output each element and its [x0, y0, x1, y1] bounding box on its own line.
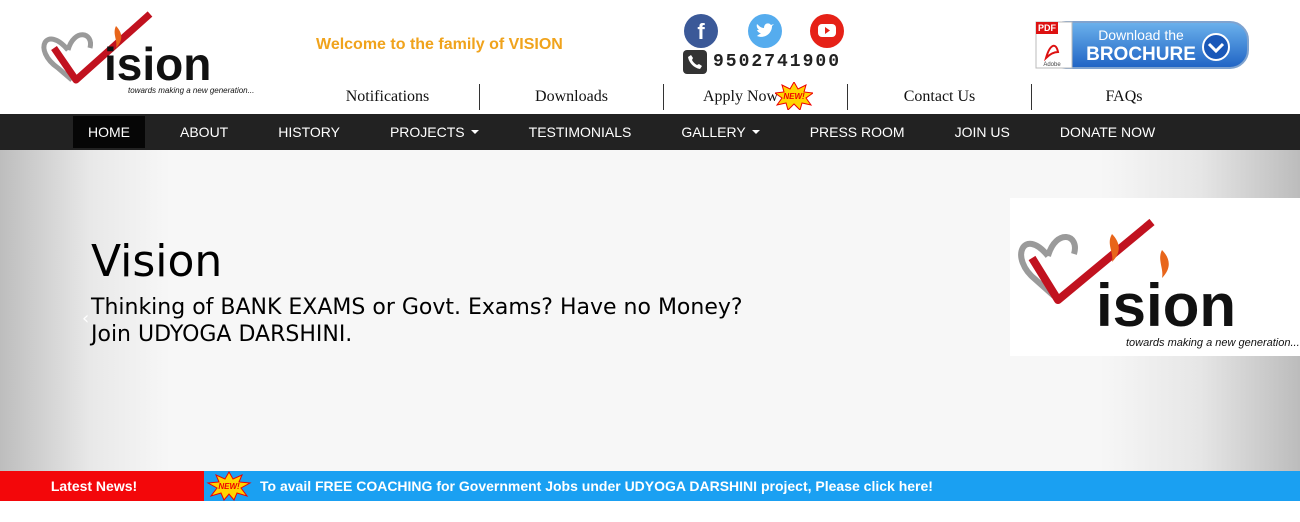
- top-links: Notifications Downloads Apply Now NEW! C…: [296, 82, 1216, 110]
- svg-text:towards making a new generatio: towards making a new generation...: [128, 86, 254, 95]
- download-brochure-button[interactable]: PDF Adobe Download the BROCHURE: [1034, 18, 1254, 74]
- link-notifications[interactable]: Notifications: [296, 84, 480, 110]
- svg-text:ision: ision: [1096, 272, 1236, 339]
- nav-gallery[interactable]: GALLERY: [666, 116, 774, 148]
- svg-text:Adobe: Adobe: [1043, 62, 1061, 68]
- nav-projects[interactable]: PROJECTS: [375, 116, 494, 148]
- site-header: ision towards making a new generation...…: [0, 0, 1300, 114]
- link-apply-now[interactable]: Apply Now NEW!: [664, 82, 848, 110]
- svg-text:f: f: [697, 19, 705, 44]
- svg-text:PDF: PDF: [1038, 23, 1057, 33]
- phone-contact: 9502741900: [683, 50, 841, 74]
- hero-line-1: Thinking of BANK EXAMS or Govt. Exams? H…: [91, 295, 743, 320]
- caret-down-icon: [751, 130, 760, 134]
- nav-donate-now[interactable]: DONATE NOW: [1045, 116, 1170, 148]
- hero-caption: Thinking of BANK EXAMS or Govt. Exams? H…: [91, 294, 791, 348]
- youtube-icon[interactable]: [810, 14, 844, 48]
- nav-about[interactable]: ABOUT: [165, 116, 243, 148]
- nav-history[interactable]: HISTORY: [263, 116, 355, 148]
- new-badge-icon: NEW!: [775, 82, 813, 110]
- latest-news-label: Latest News!: [0, 471, 204, 501]
- hero-line-2: Join UDYOGA DARSHINI.: [91, 322, 353, 347]
- nav-press-room[interactable]: PRESS ROOM: [795, 116, 920, 148]
- hero-logo: ision towards making a new generation...: [1010, 198, 1300, 356]
- svg-text:towards making a new generatio: towards making a new generation...: [1126, 337, 1300, 349]
- hero-slider: ‹ Vision Thinking of BANK EXAMS or Govt.…: [0, 150, 1300, 471]
- nav-join-us[interactable]: JOIN US: [940, 116, 1025, 148]
- svg-text:BROCHURE: BROCHURE: [1086, 44, 1196, 65]
- caret-down-icon: [470, 130, 479, 134]
- svg-text:NEW!: NEW!: [218, 482, 240, 491]
- phone-number[interactable]: 9502741900: [713, 52, 841, 72]
- site-logo[interactable]: ision towards making a new generation...: [38, 10, 268, 100]
- slider-prev-icon[interactable]: ‹: [82, 308, 89, 329]
- svg-text:ision: ision: [104, 38, 211, 90]
- facebook-icon[interactable]: f: [684, 14, 718, 48]
- news-ticker: Latest News! NEW! To avail FREE COACHING…: [0, 471, 1300, 501]
- nav-home[interactable]: HOME: [73, 116, 145, 148]
- svg-text:NEW!: NEW!: [783, 92, 805, 101]
- link-contact-us[interactable]: Contact Us: [848, 84, 1032, 110]
- main-nav: HOME ABOUT HISTORY PROJECTS TESTIMONIALS…: [0, 114, 1300, 150]
- welcome-text: Welcome to the family of VISION: [316, 36, 563, 53]
- hero-title: Vision: [91, 236, 223, 287]
- link-faqs[interactable]: FAQs: [1032, 84, 1216, 110]
- page-bottom: [0, 501, 1300, 522]
- news-link[interactable]: To avail FREE COACHING for Government Jo…: [260, 478, 933, 494]
- twitter-icon[interactable]: [748, 14, 782, 48]
- phone-icon: [683, 50, 707, 74]
- link-downloads[interactable]: Downloads: [480, 84, 664, 110]
- new-badge-icon: NEW!: [206, 471, 252, 501]
- svg-text:Download the: Download the: [1098, 27, 1184, 43]
- nav-testimonials[interactable]: TESTIMONIALS: [514, 116, 647, 148]
